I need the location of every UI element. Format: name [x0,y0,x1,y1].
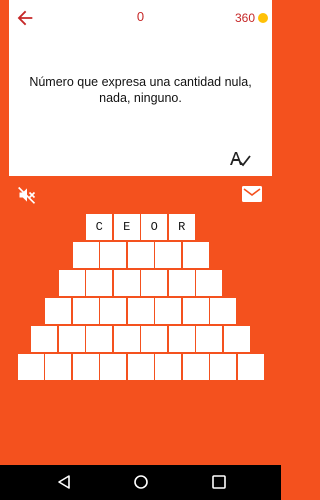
letter-tile[interactable] [31,326,58,352]
letter-tile[interactable] [182,298,209,324]
letter-tile[interactable] [182,242,209,268]
volume-off-icon[interactable] [17,185,37,205]
letter-tile[interactable] [113,326,140,352]
letter-tile[interactable] [127,298,154,324]
letter-tile[interactable] [127,354,154,380]
letter-tile[interactable]: C [86,214,113,240]
letter-tile[interactable] [168,270,195,296]
letter-tile[interactable] [237,354,264,380]
android-navbar [0,465,281,500]
letter-tile[interactable] [127,242,154,268]
nav-recent-icon[interactable] [212,475,226,489]
letter-tile[interactable] [168,326,195,352]
letter-tile[interactable] [141,270,168,296]
question-card: 0 360 Número que expresa una cantidad nu… [9,0,272,176]
letter-tile[interactable] [86,326,113,352]
letter-tile[interactable] [196,270,223,296]
letter-tile[interactable] [45,298,71,324]
coin-icon [258,13,268,23]
letter-tile[interactable] [210,354,236,380]
letter-tile[interactable]: E [113,214,140,240]
letter-tile[interactable] [210,298,236,324]
letter-tile[interactable] [72,242,99,268]
coins-display: 360 [235,11,268,25]
letter-tile[interactable] [72,354,99,380]
coins-value: 360 [234,11,255,25]
letter-tile[interactable] [155,298,181,324]
letter-tile[interactable] [155,354,181,380]
letter-tile[interactable] [155,242,181,268]
letter-tile[interactable] [223,326,250,352]
letter-tile[interactable] [45,354,71,380]
letter-tile[interactable] [86,270,113,296]
letter-tile[interactable] [100,354,126,380]
letter-tile[interactable] [17,354,44,380]
nav-home-icon[interactable] [133,474,149,490]
question-text: Número que expresa una cantidad nula, na… [29,75,252,105]
letter-tile[interactable] [100,298,126,324]
letter-tile[interactable]: R [168,214,195,240]
letter-tile[interactable] [58,326,85,352]
letter-tile[interactable] [72,298,99,324]
spell-check-icon[interactable] [228,148,252,168]
letter-tile[interactable] [141,326,168,352]
letter-tile[interactable] [182,354,209,380]
letter-tile[interactable] [113,270,140,296]
mail-icon[interactable] [242,186,262,202]
letter-tile[interactable] [58,270,85,296]
nav-back-icon[interactable] [56,474,72,490]
score-value: 0 [136,9,145,24]
letter-tile[interactable]: O [141,214,168,240]
letter-tile[interactable] [196,326,223,352]
letter-tile[interactable] [100,242,126,268]
